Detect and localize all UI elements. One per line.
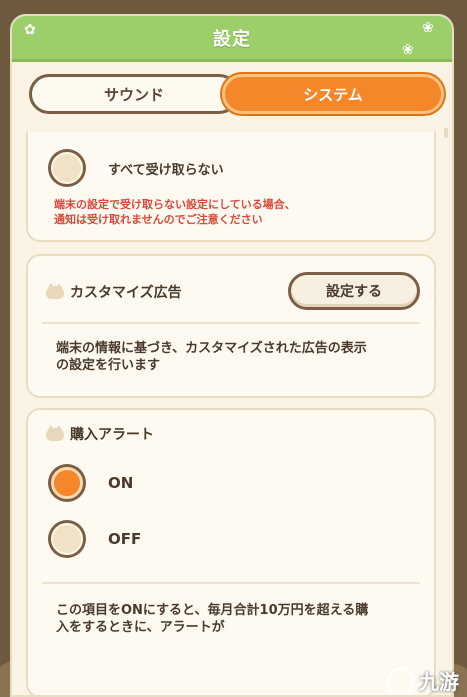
leaf-decoration-icon: ❀ [422, 20, 434, 36]
description-line-2: の設定を行います [56, 358, 161, 373]
divider [42, 322, 420, 324]
radio-option-none-label: すべて受け取らない [108, 162, 224, 178]
tab-system[interactable]: システム [222, 74, 444, 114]
purchase-alert-description: この項目をONにすると、毎月合計10万円を超える購 入をするときに、アラートが [56, 602, 418, 636]
leaf-decoration-icon: ✿ [24, 22, 36, 38]
description-line-2: 入をするときに、アラートが [56, 620, 225, 635]
tab-sound-label: サウンド [103, 85, 164, 104]
leaf-decoration-icon: ❀ [402, 42, 414, 58]
radio-button[interactable] [48, 149, 86, 187]
description-line-1: 端末の情報に基づき、カスタマイズされた広告の表示 [56, 341, 367, 356]
dialog-title: 設定 [213, 28, 251, 50]
radio-option-off[interactable]: OFF [48, 520, 141, 558]
custom-ads-card: カスタマイズ広告 設定する 端末の情報に基づき、カスタマイズされた広告の表示 の… [26, 254, 436, 398]
radio-option-on-label: ON [108, 474, 134, 492]
watermark-text: 九游 [419, 670, 459, 694]
scrollbar[interactable] [444, 128, 448, 138]
dialog-header: ✿ 設定 ❀ ❀ [12, 16, 452, 62]
warning-line-1: 端末の設定で受け取らない設定にしている場合、 [54, 198, 296, 211]
watermark-logo-icon [387, 666, 415, 695]
radio-option-none[interactable]: すべて受け取らない [48, 149, 224, 187]
custom-ads-title-text: カスタマイズ広告 [70, 285, 182, 301]
tab-sound[interactable]: サウンド [29, 74, 239, 114]
custom-ads-description: 端末の情報に基づき、カスタマイズされた広告の表示 の設定を行います [56, 340, 418, 374]
cat-icon [46, 282, 64, 299]
tab-bar: サウンド システム [12, 62, 452, 120]
settings-scroll-area[interactable]: すべて受け取らない 端末の設定で受け取らない設定にしている場合、 通知は受け取れ… [12, 132, 452, 695]
custom-ads-title: カスタマイズ広告 [46, 282, 182, 302]
warning-line-2: 通知は受け取れませんのでご注意ください [54, 213, 263, 226]
divider [42, 582, 420, 584]
purchase-alert-title: 購入アラート [46, 424, 154, 444]
purchase-alert-title-text: 購入アラート [70, 427, 154, 443]
cat-icon [46, 424, 64, 441]
radio-button[interactable] [48, 520, 86, 558]
custom-ads-settings-button[interactable]: 設定する [288, 272, 420, 310]
notification-warning: 端末の設定で受け取らない設定にしている場合、 通知は受け取れませんのでご注意くだ… [54, 197, 296, 227]
radio-option-on[interactable]: ON [48, 464, 133, 502]
notification-card: すべて受け取らない 端末の設定で受け取らない設定にしている場合、 通知は受け取れ… [26, 132, 436, 242]
radio-option-off-label: OFF [108, 530, 142, 548]
tab-system-label: システム [303, 85, 363, 104]
watermark: 九游 [387, 666, 459, 695]
settings-dialog: ✿ 設定 ❀ ❀ サウンド システム すべて受け取らない 端末の設定で受け取らな… [10, 14, 454, 697]
radio-button-selected[interactable] [48, 464, 86, 502]
description-line-1: この項目をONにすると、毎月合計10万円を超える購 [56, 603, 369, 618]
purchase-alert-card: 購入アラート ON OFF この項目をONにすると、毎月合計10万円を超える購 … [26, 408, 436, 695]
settings-button-label: 設定する [326, 284, 382, 300]
